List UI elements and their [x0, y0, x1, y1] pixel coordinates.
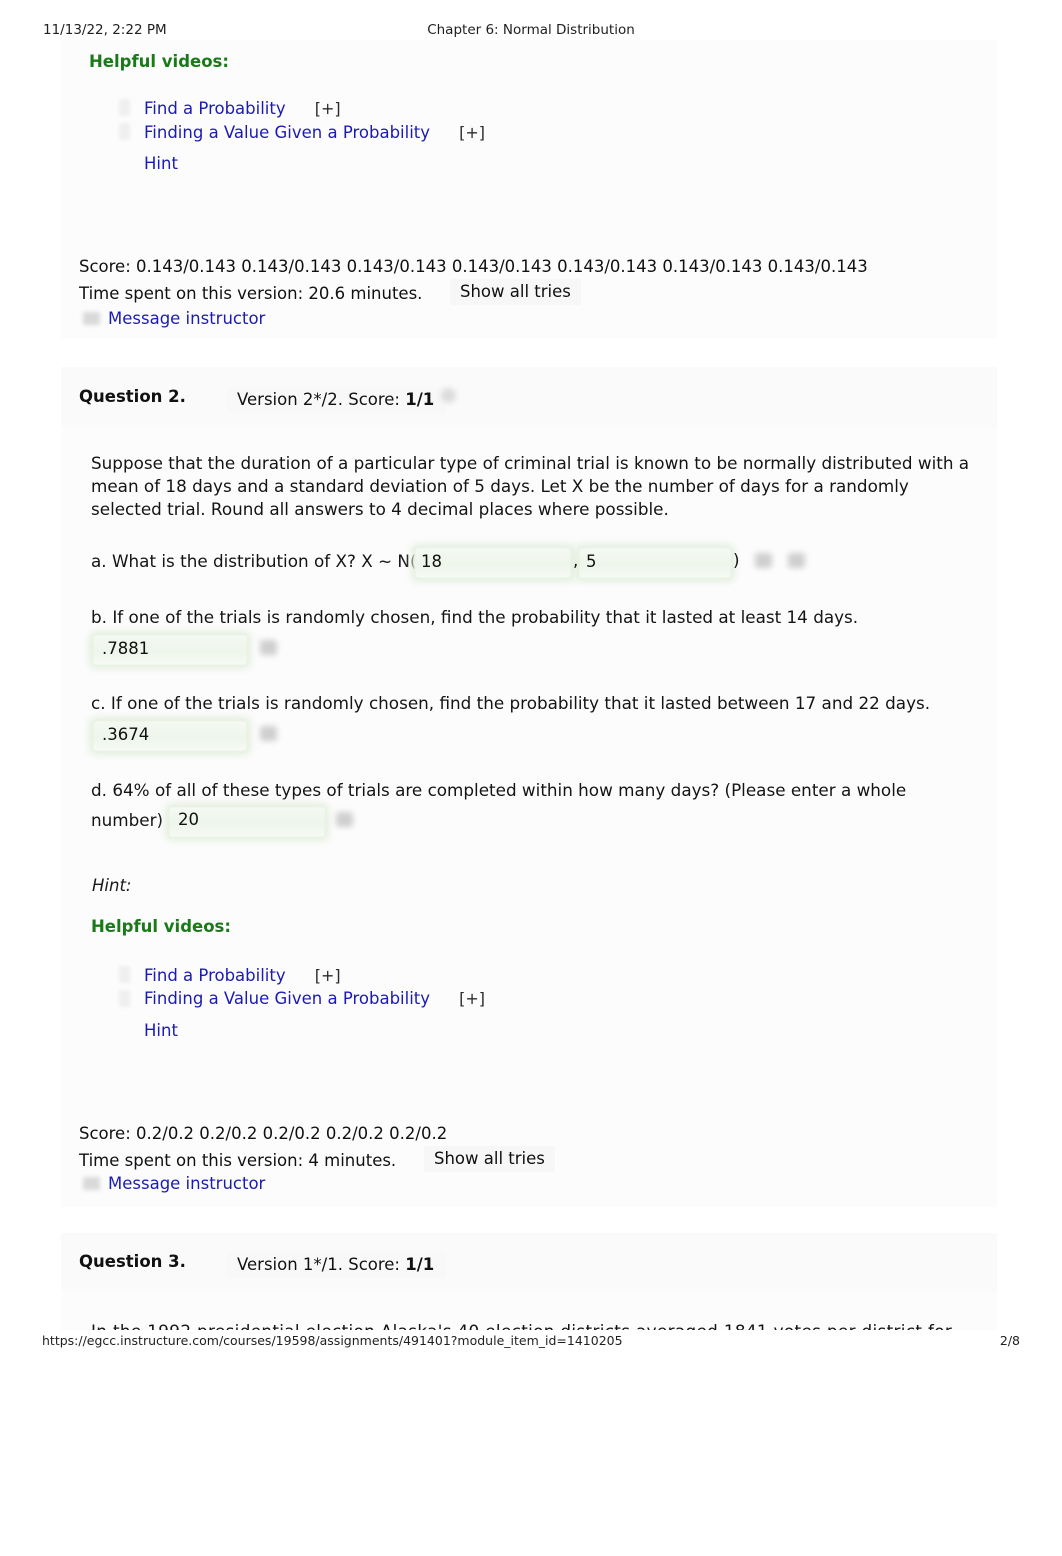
q2-message-instructor-link[interactable]: Message instructor: [108, 1174, 265, 1193]
q3-version-score: Version 1*/1. Score: 1/1: [227, 1252, 447, 1278]
broken-image-icon: [119, 990, 130, 1007]
q2-prompt: Suppose that the duration of a particula…: [91, 453, 970, 519]
q2-helpful-videos-label: Helpful videos:: [91, 917, 231, 936]
q2-part-d-check-icon: [336, 812, 353, 827]
q1-message-instructor-link[interactable]: Message instructor: [108, 309, 265, 328]
print-footer-url: https://egcc.instructure.com/courses/195…: [42, 1333, 623, 1348]
q2-part-a-check-icon-1: [755, 553, 772, 568]
q3-header-card: [61, 1233, 997, 1291]
q2-part-b-value: .7881: [102, 639, 150, 658]
q1-time-spent: Time spent on this version: 20.6 minutes…: [79, 284, 423, 303]
q1-show-all-tries-button[interactable]: Show all tries: [450, 279, 581, 305]
q2-hint-label: Hint:: [92, 876, 132, 895]
q2-time-spent: Time spent on this version: 4 minutes.: [79, 1151, 397, 1170]
print-footer-page-number: 2/8: [999, 1333, 1020, 1348]
message-icon: [83, 1177, 100, 1190]
q2-show-all-tries-button[interactable]: Show all tries: [424, 1146, 555, 1172]
broken-image-icon: [119, 123, 130, 140]
q1-video-row-1: Finding a Value Given a Probability [+]: [144, 123, 485, 142]
q3-number-label: Question 3.: [79, 1252, 186, 1271]
q2-part-a-sd-input[interactable]: [578, 547, 732, 579]
q2-part-d-text-line2: number): [91, 810, 164, 830]
q2-version-prefix: Version 2*/2. Score:: [237, 390, 406, 409]
q2-part-a-sd-value: 5: [586, 552, 597, 571]
q2-part-a-separator: ,: [573, 550, 579, 570]
q3-prompt-partial: In the 1992 presidential election Alaska…: [91, 1320, 991, 1330]
q1-hint-link[interactable]: Hint: [144, 154, 178, 173]
q2-part-a-text: a. What is the distribution of X? X ~ N(: [91, 551, 417, 571]
q3-version-prefix: Version 1*/1. Score:: [237, 1255, 406, 1274]
print-footer: https://egcc.instructure.com/courses/195…: [0, 1333, 1062, 1353]
broken-image-icon: [119, 99, 130, 116]
q2-header-card: [61, 367, 997, 427]
q2-part-c-check-icon: [260, 726, 277, 741]
page-content: Helpful videos: Find a Probability [+] F…: [0, 0, 1062, 1330]
q1-video-row-0: Find a Probability [+]: [144, 99, 341, 118]
q1-video-link-finding-a-value-given-a-probability[interactable]: Finding a Value Given a Probability: [144, 123, 430, 142]
q2-part-c-text: c. If one of the trials is randomly chos…: [91, 693, 931, 713]
q2-status-icon: [441, 388, 456, 403]
q3-heading: Question 3. Version 1*/1. Score: 1/1: [79, 1252, 447, 1278]
q2-video-expander-0[interactable]: [+]: [315, 966, 341, 985]
broken-image-icon: [119, 966, 130, 983]
q2-video-row-0: Find a Probability [+]: [144, 966, 341, 985]
q2-video-expander-1[interactable]: [+]: [459, 989, 485, 1008]
q2-video-link-find-a-probability[interactable]: Find a Probability: [144, 966, 286, 985]
q2-part-d-value: 20: [178, 810, 199, 829]
q2-part-d-text-line1: d. 64% of all of these types of trials a…: [91, 780, 907, 800]
q2-part-c-value: .3674: [102, 725, 150, 744]
q2-part-b-check-icon: [260, 640, 277, 655]
q1-video-link-find-a-probability[interactable]: Find a Probability: [144, 99, 286, 118]
q2-video-link-finding-a-value-given-a-probability[interactable]: Finding a Value Given a Probability: [144, 989, 430, 1008]
q1-video-expander-0[interactable]: [+]: [315, 99, 341, 118]
message-icon: [83, 312, 100, 325]
q2-part-a-mean-value: 18: [421, 552, 442, 571]
q1-helpful-videos-label: Helpful videos:: [89, 52, 229, 71]
q2-heading: Question 2. Version 2*/2. Score: 1/1: [79, 387, 447, 413]
q1-video-expander-1[interactable]: [+]: [459, 123, 485, 142]
q2-part-b-text: b. If one of the trials is randomly chos…: [91, 607, 859, 627]
q2-part-a-close-paren: ): [733, 550, 740, 570]
q1-score-line: Score: 0.143/0.143 0.143/0.143 0.143/0.1…: [79, 257, 868, 276]
q2-hint-link[interactable]: Hint: [144, 1021, 178, 1040]
q2-score-value: 1/1: [405, 390, 435, 409]
q2-number-label: Question 2.: [79, 387, 186, 406]
q3-score-value: 1/1: [405, 1255, 435, 1274]
q2-part-a-check-icon-2: [788, 553, 805, 568]
q2-score-line: Score: 0.2/0.2 0.2/0.2 0.2/0.2 0.2/0.2 0…: [79, 1124, 448, 1143]
q2-version-score: Version 2*/2. Score: 1/1: [227, 387, 447, 413]
q2-video-row-1: Finding a Value Given a Probability [+]: [144, 989, 485, 1008]
